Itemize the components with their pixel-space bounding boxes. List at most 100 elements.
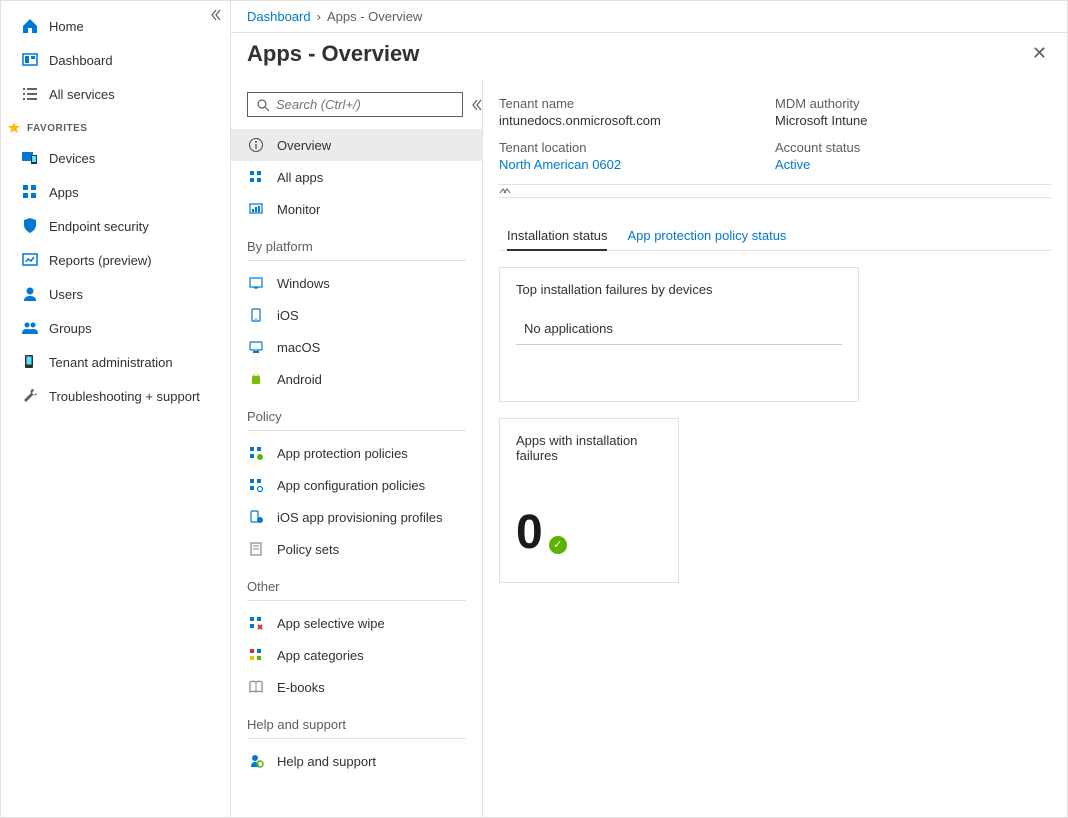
subnav-ios-provisioning[interactable]: iOS app provisioning profiles [231, 501, 482, 533]
nav-tenant-admin[interactable]: Tenant administration [1, 345, 230, 379]
section-policy: Policy [247, 395, 466, 431]
left-navigation: Home Dashboard All services FAVORITES De… [1, 1, 231, 817]
subnav-label: macOS [277, 340, 320, 355]
chevron-right-icon: › [317, 9, 321, 24]
nav-troubleshooting[interactable]: Troubleshooting + support [1, 379, 230, 413]
info-icon [247, 136, 265, 154]
failures-count: 0 [516, 509, 543, 557]
collapse-subnav-icon[interactable] [471, 99, 483, 111]
location-value[interactable]: North American 0602 [499, 157, 775, 172]
nav-label: Devices [49, 151, 95, 166]
tenant-icon [21, 353, 39, 371]
nav-label: Troubleshooting + support [49, 389, 200, 404]
tabs: Installation status App protection polic… [499, 222, 1051, 251]
apps-icon [21, 183, 39, 201]
monitor-icon [247, 200, 265, 218]
wrench-icon [21, 387, 39, 405]
protection-icon [247, 444, 265, 462]
list-icon [21, 85, 39, 103]
subnav-app-categories[interactable]: App categories [231, 639, 482, 671]
tab-installation-status[interactable]: Installation status [507, 222, 607, 251]
favorites-header: FAVORITES [1, 111, 230, 141]
home-icon [21, 17, 39, 35]
subnav-macos[interactable]: macOS [231, 331, 482, 363]
subnav-help[interactable]: Help and support [231, 745, 482, 777]
subnav-overview[interactable]: Overview [231, 129, 482, 161]
nav-devices[interactable]: Devices [1, 141, 230, 175]
check-circle-icon: ✓ [549, 536, 567, 554]
user-icon [21, 285, 39, 303]
subnav-android[interactable]: Android [231, 363, 482, 395]
breadcrumb-parent[interactable]: Dashboard [247, 9, 311, 24]
subnav-selective-wipe[interactable]: App selective wipe [231, 607, 482, 639]
dashboard-icon [21, 51, 39, 69]
devices-icon [21, 149, 39, 167]
policy-sets-icon [247, 540, 265, 558]
nav-label: Tenant administration [49, 355, 173, 370]
favorites-label: FAVORITES [27, 123, 87, 134]
shield-icon [21, 217, 39, 235]
subnav-label: App protection policies [277, 446, 408, 461]
subnav-ebooks[interactable]: E-books [231, 671, 482, 703]
card-top-failures: Top installation failures by devices No … [499, 267, 859, 402]
nav-reports[interactable]: Reports (preview) [1, 243, 230, 277]
provisioning-icon [247, 508, 265, 526]
section-other: Other [247, 565, 466, 601]
subnav-label: App categories [277, 648, 364, 663]
wipe-icon [247, 614, 265, 632]
page-header: Apps - Overview ✕ [231, 33, 1067, 80]
reports-icon [21, 251, 39, 269]
location-label: Tenant location [499, 140, 775, 155]
help-icon [247, 752, 265, 770]
nav-apps[interactable]: Apps [1, 175, 230, 209]
sub-navigation: Overview All apps Monitor By platform Wi [231, 80, 483, 817]
ios-icon [247, 306, 265, 324]
status-value[interactable]: Active [775, 157, 1051, 172]
nav-users[interactable]: Users [1, 277, 230, 311]
subnav-label: E-books [277, 680, 325, 695]
search-icon [256, 98, 270, 112]
tenant-name-label: Tenant name [499, 96, 775, 111]
expand-collapse-icon[interactable] [499, 184, 1051, 198]
tab-app-protection[interactable]: App protection policy status [627, 222, 786, 250]
mdm-label: MDM authority [775, 96, 1051, 111]
subnav-label: iOS app provisioning profiles [277, 510, 442, 525]
mdm-value: Microsoft Intune [775, 113, 1051, 128]
subnav-label: App configuration policies [277, 478, 425, 493]
subnav-windows[interactable]: Windows [231, 267, 482, 299]
status-label: Account status [775, 140, 1051, 155]
nav-dashboard[interactable]: Dashboard [1, 43, 230, 77]
subnav-all-apps[interactable]: All apps [231, 161, 482, 193]
search-input[interactable] [276, 97, 454, 112]
close-icon[interactable]: ✕ [1028, 39, 1051, 68]
collapse-nav-icon[interactable] [210, 9, 222, 21]
section-help: Help and support [247, 703, 466, 739]
nav-label: Endpoint security [49, 219, 149, 234]
nav-label: Users [49, 287, 83, 302]
nav-all-services[interactable]: All services [1, 77, 230, 111]
breadcrumb: Dashboard › Apps - Overview [231, 1, 1067, 33]
subnav-label: Overview [277, 138, 331, 153]
card-install-failures: Apps with installation failures 0 ✓ [499, 418, 679, 583]
card-title: Top installation failures by devices [516, 282, 842, 297]
subnav-label: Help and support [277, 754, 376, 769]
card-title: Apps with installation failures [516, 433, 662, 463]
macos-icon [247, 338, 265, 356]
subnav-app-protection[interactable]: App protection policies [231, 437, 482, 469]
subnav-label: Windows [277, 276, 330, 291]
nav-groups[interactable]: Groups [1, 311, 230, 345]
subnav-monitor[interactable]: Monitor [231, 193, 482, 225]
subnav-policy-sets[interactable]: Policy sets [231, 533, 482, 565]
subnav-ios[interactable]: iOS [231, 299, 482, 331]
star-icon [7, 121, 21, 135]
breadcrumb-current: Apps - Overview [327, 9, 422, 24]
subnav-label: Monitor [277, 202, 320, 217]
tenant-name-value: intunedocs.onmicrosoft.com [499, 113, 775, 128]
detail-pane: Tenant name intunedocs.onmicrosoft.com M… [483, 80, 1067, 817]
search-box[interactable] [247, 92, 463, 117]
groups-icon [21, 319, 39, 337]
nav-home[interactable]: Home [1, 9, 230, 43]
subnav-label: Policy sets [277, 542, 339, 557]
nav-endpoint-security[interactable]: Endpoint security [1, 209, 230, 243]
subnav-app-config[interactable]: App configuration policies [231, 469, 482, 501]
